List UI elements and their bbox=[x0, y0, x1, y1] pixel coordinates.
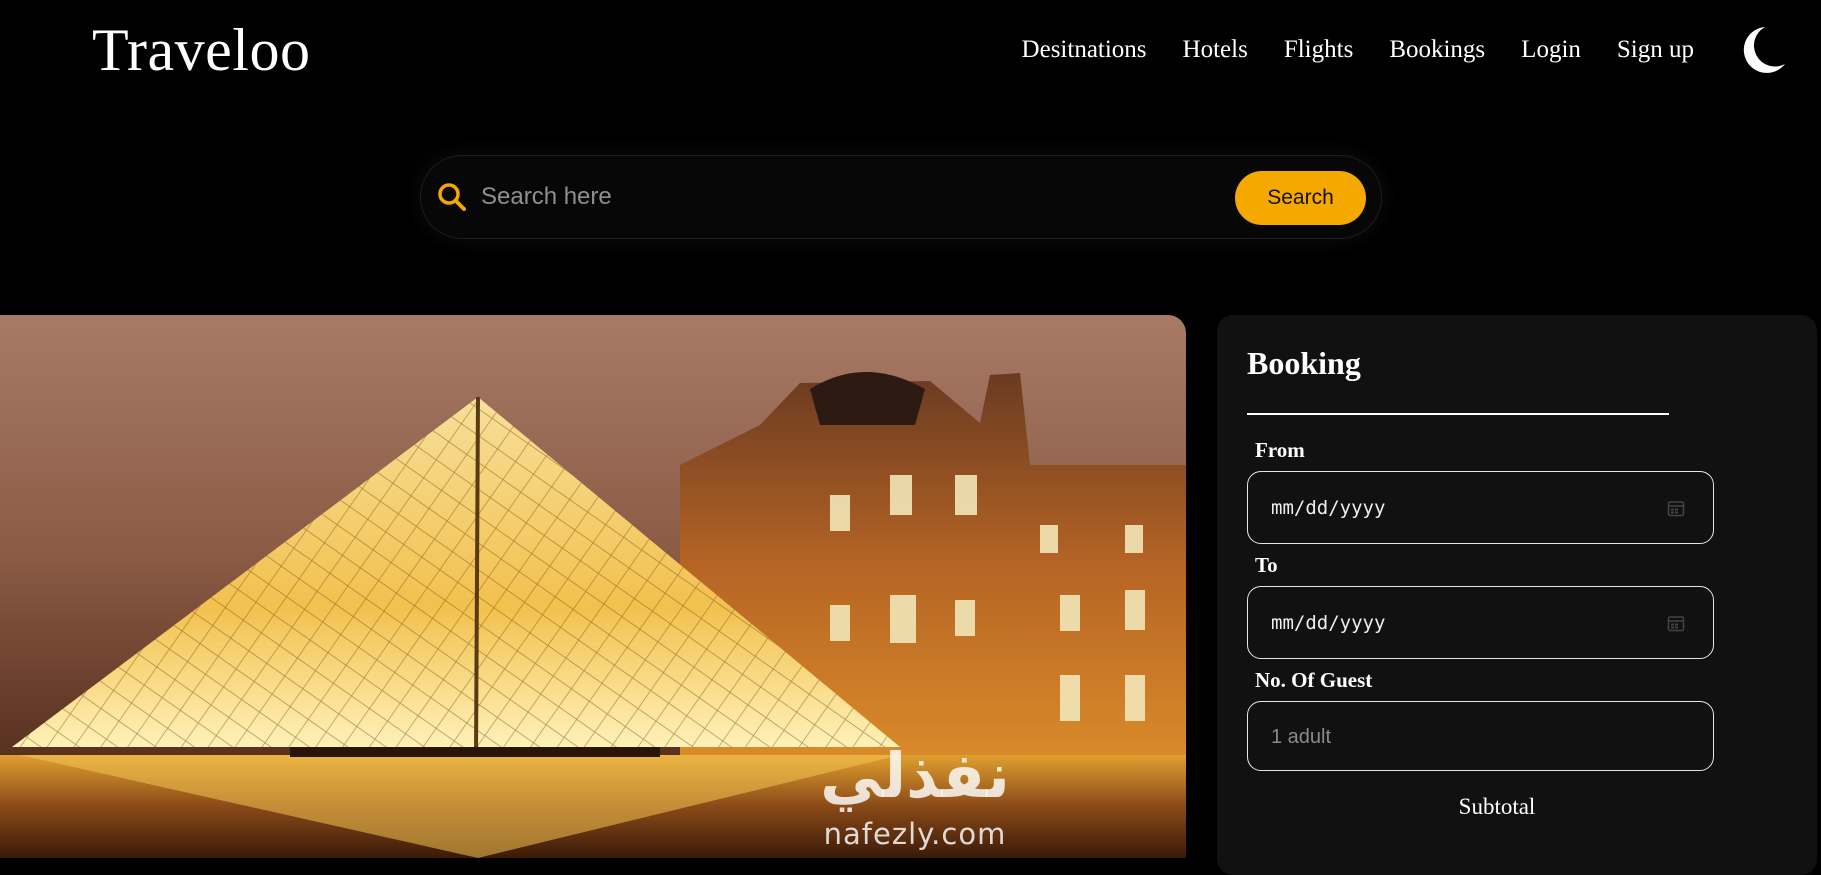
nav-destinations[interactable]: Desitnations bbox=[1022, 30, 1147, 70]
search-icon bbox=[437, 182, 467, 212]
nav-bookings[interactable]: Bookings bbox=[1389, 30, 1485, 70]
from-date-field[interactable]: mm/dd/yyyy bbox=[1247, 471, 1714, 544]
booking-title: Booking bbox=[1247, 345, 1361, 381]
search-bar: Search bbox=[420, 155, 1382, 239]
header: Traveloo Desitnations Hotels Flights Boo… bbox=[0, 0, 1821, 100]
logo[interactable]: Traveloo bbox=[92, 14, 310, 86]
main-nav: Desitnations Hotels Flights Bookings Log… bbox=[1022, 30, 1694, 70]
hero-image bbox=[0, 315, 1186, 858]
from-label: From bbox=[1255, 438, 1305, 462]
to-date-value: mm/dd/yyyy bbox=[1271, 612, 1386, 634]
nav-flights[interactable]: Flights bbox=[1284, 30, 1353, 70]
search-button[interactable]: Search bbox=[1235, 171, 1366, 225]
search-input[interactable] bbox=[479, 174, 1119, 220]
guest-label: No. Of Guest bbox=[1255, 668, 1373, 692]
booking-panel: Booking From mm/dd/yyyy To mm/dd/yyyy No… bbox=[1217, 315, 1817, 875]
subtotal-label: Subtotal bbox=[1458, 794, 1536, 819]
to-date-field[interactable]: mm/dd/yyyy bbox=[1247, 586, 1714, 659]
divider bbox=[1247, 413, 1669, 415]
nav-signup[interactable]: Sign up bbox=[1617, 30, 1694, 70]
calendar-icon[interactable] bbox=[1667, 614, 1685, 632]
to-label: To bbox=[1255, 553, 1278, 577]
guest-placeholder: 1 adult bbox=[1271, 726, 1332, 748]
nav-hotels[interactable]: Hotels bbox=[1183, 30, 1248, 70]
calendar-icon[interactable] bbox=[1667, 499, 1685, 517]
moon-icon[interactable] bbox=[1738, 24, 1788, 78]
from-date-value: mm/dd/yyyy bbox=[1271, 497, 1386, 519]
nav-login[interactable]: Login bbox=[1521, 30, 1581, 70]
guest-field[interactable]: 1 adult bbox=[1247, 701, 1714, 771]
